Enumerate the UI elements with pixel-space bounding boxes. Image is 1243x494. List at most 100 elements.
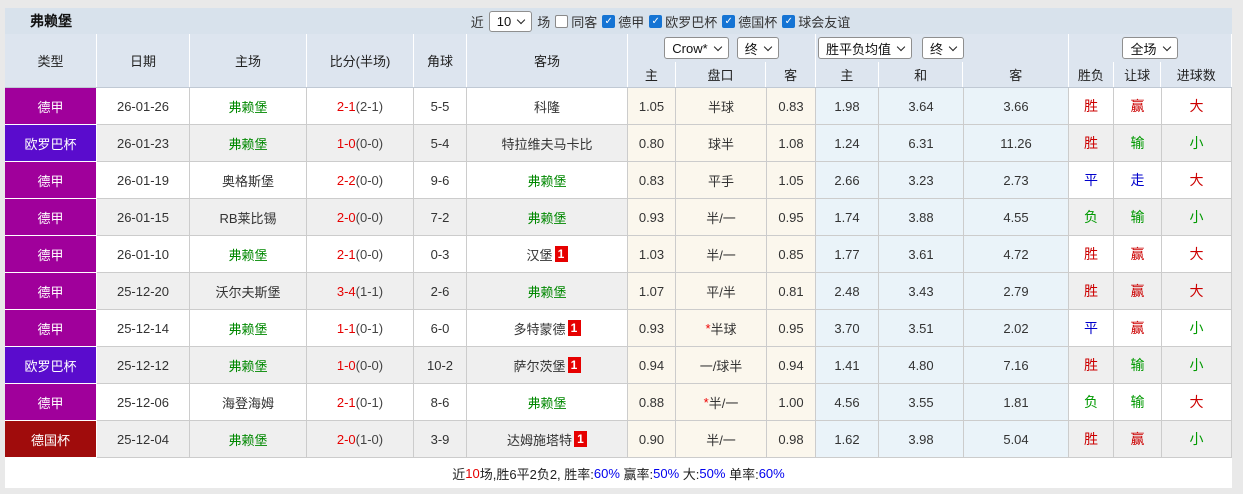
match-score: 2-0 (1-0) — [307, 421, 414, 458]
win-rate-value: 60% — [593, 465, 620, 481]
result-handicap: 走 — [1130, 172, 1145, 188]
result-handicap: 输 — [1130, 209, 1145, 225]
col-header-avg-draw: 和 — [879, 62, 964, 87]
odds-home: 0.93 — [628, 310, 676, 347]
match-history-panel: 弗赖堡 近 10 场 同客 德甲 欧罗巴杯 德国杯 球会友 — [5, 8, 1232, 488]
recent-count-select[interactable]: 10 — [488, 10, 533, 32]
result-goals: 小 — [1189, 431, 1204, 447]
away-team[interactable]: 萨尔茨堡 — [513, 356, 565, 375]
checkbox-icon[interactable] — [782, 14, 796, 28]
result-handicap: 赢 — [1130, 98, 1145, 114]
col-header-win-loss: 胜负 — [1069, 62, 1114, 87]
away-team[interactable]: 弗赖堡 — [527, 171, 566, 190]
result-win-loss: 胜 — [1084, 98, 1098, 114]
avg-select[interactable]: 胜平负均值 — [818, 37, 913, 59]
home-team[interactable]: 弗赖堡 — [228, 245, 267, 264]
away-team[interactable]: 汉堡 — [526, 245, 552, 264]
result-win-loss: 平 — [1084, 172, 1098, 188]
match-score: 1-0 (0-0) — [307, 125, 414, 162]
handicap-text: 半/一 — [706, 247, 736, 263]
home-team[interactable]: 弗赖堡 — [228, 134, 267, 153]
scope-select[interactable]: 全场 — [1122, 37, 1178, 59]
away-team[interactable]: 弗赖堡 — [527, 393, 566, 412]
full-time-score: 1-1 — [336, 320, 356, 336]
filter-german-cup[interactable]: 德国杯 — [722, 12, 777, 31]
table-row: 德甲 26-01-10 弗赖堡 2-1 (0-0) 0-3 汉堡 1 1.03 半/… — [5, 236, 1232, 273]
match-date: 25-12-12 — [97, 347, 190, 384]
avg-home-odds: 3.70 — [816, 310, 879, 347]
home-team[interactable]: 弗赖堡 — [228, 319, 267, 338]
result-goals: 小 — [1189, 320, 1204, 336]
full-time-score: 1-0 — [336, 357, 356, 373]
col-header-odds-away: 客 — [784, 68, 798, 83]
filter-label[interactable]: 德国杯 — [738, 12, 777, 31]
match-date: 25-12-06 — [97, 384, 190, 421]
chevron-down-icon — [1162, 42, 1171, 51]
home-team[interactable]: 弗赖堡 — [228, 430, 267, 449]
match-score: 2-1 (0-0) — [307, 236, 414, 273]
half-time-score: (0-0) — [355, 135, 384, 151]
checkbox-icon[interactable] — [602, 14, 616, 28]
home-team[interactable]: 弗赖堡 — [228, 356, 267, 375]
odds-away: 0.98 — [767, 421, 816, 458]
home-team[interactable]: 沃尔夫斯堡 — [215, 282, 280, 301]
handicap-line: 半/一 — [676, 236, 767, 273]
checkbox-icon[interactable] — [555, 14, 569, 28]
checkbox-icon[interactable] — [722, 14, 736, 28]
home-team[interactable]: 弗赖堡 — [228, 97, 267, 116]
avg-home-odds: 1.77 — [816, 236, 879, 273]
company-state-select[interactable]: 终 — [736, 37, 779, 59]
full-time-score: 2-1 — [336, 394, 356, 410]
handicap-text: 球半 — [707, 136, 734, 152]
col-header-handicap: 盘口 — [676, 62, 767, 87]
chevron-down-icon — [516, 15, 526, 24]
red-card-badge: 1 — [574, 431, 587, 447]
away-team[interactable]: 多特蒙德 — [513, 319, 565, 338]
away-team[interactable]: 弗赖堡 — [527, 282, 566, 301]
red-card-badge: 1 — [567, 357, 581, 373]
avg-away-odds: 2.73 — [964, 162, 1069, 199]
filter-club-friendly[interactable]: 球会友谊 — [782, 12, 850, 31]
corner-count: 6-0 — [414, 310, 467, 347]
match-date: 26-01-26 — [97, 88, 190, 125]
handicap-text: 平手 — [707, 173, 734, 189]
avg-draw-odds: 3.51 — [879, 310, 964, 347]
away-team[interactable]: 科隆 — [534, 97, 560, 116]
odds-home: 0.88 — [628, 384, 676, 421]
checkbox-icon[interactable] — [649, 14, 663, 28]
page-title: 弗赖堡 — [30, 13, 72, 29]
home-team[interactable]: 海登海姆 — [222, 393, 274, 412]
odds-away: 0.83 — [767, 88, 816, 125]
away-team[interactable]: 达姆施塔特 — [507, 430, 572, 449]
filter-label[interactable]: 球会友谊 — [798, 12, 850, 31]
table-row: 德甲 26-01-19 奥格斯堡 2-2 (0-0) 9-6 弗赖堡 0.83 平… — [5, 162, 1232, 199]
match-score: 1-1 (0-1) — [307, 310, 414, 347]
company-select[interactable]: Crow* — [664, 37, 729, 59]
home-team[interactable]: 奥格斯堡 — [222, 171, 274, 190]
filter-same-away[interactable]: 同客 — [555, 12, 597, 31]
col-header-odds-home: 主 — [628, 62, 676, 87]
filter-label[interactable]: 同客 — [571, 12, 597, 31]
filter-label[interactable]: 欧罗巴杯 — [665, 12, 717, 31]
league-badge: 德甲 — [5, 199, 97, 236]
full-time-score: 2-1 — [336, 246, 356, 262]
filter-label[interactable]: 德甲 — [618, 12, 644, 31]
result-handicap: 赢 — [1130, 431, 1145, 447]
result-win-loss: 负 — [1084, 209, 1098, 225]
result-goals: 大 — [1189, 246, 1204, 262]
table-row: 欧罗巴杯 25-12-12 弗赖堡 1-0 (0-0) 10-2 萨尔茨堡 1 0.… — [5, 347, 1232, 384]
avg-state-select[interactable]: 终 — [922, 37, 965, 59]
away-team[interactable]: 特拉维夫马卡比 — [501, 134, 592, 153]
handicap-text: 一/球半 — [699, 358, 743, 374]
handicap-text: 半/一 — [708, 395, 739, 411]
result-win-loss: 胜 — [1084, 246, 1098, 262]
filter-europa-league[interactable]: 欧罗巴杯 — [649, 12, 717, 31]
filter-bundesliga[interactable]: 德甲 — [602, 12, 644, 31]
match-date: 25-12-14 — [97, 310, 190, 347]
away-team[interactable]: 弗赖堡 — [527, 208, 566, 227]
odds-home: 1.07 — [628, 273, 676, 310]
match-date: 26-01-19 — [97, 162, 190, 199]
home-team[interactable]: RB莱比锡 — [219, 208, 276, 227]
avg-home-odds: 2.66 — [816, 162, 879, 199]
avg-home-odds: 1.41 — [816, 347, 879, 384]
